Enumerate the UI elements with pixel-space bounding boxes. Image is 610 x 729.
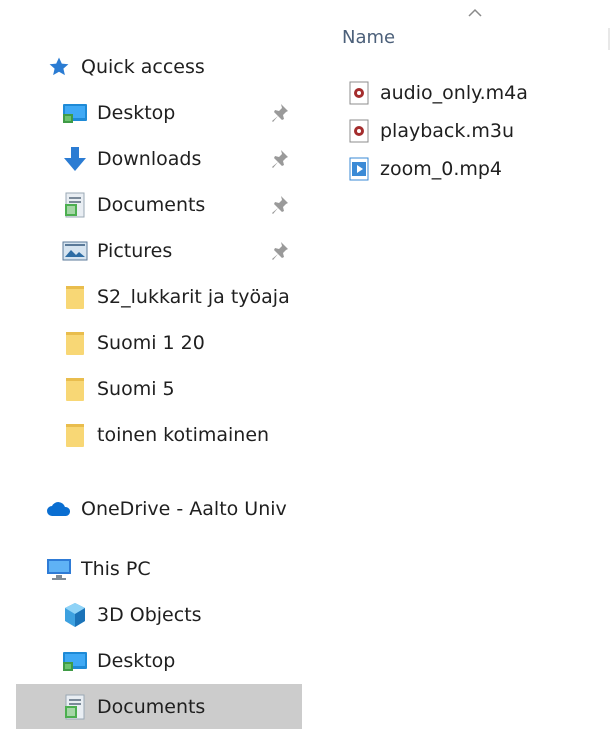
nav-item-desktop-pc[interactable]: Desktop xyxy=(16,638,302,684)
sort-ascending-icon xyxy=(468,8,482,17)
documents-icon xyxy=(62,694,88,720)
nav-item-toinen-kotimainen[interactable]: toinen kotimainen xyxy=(16,412,302,458)
nav-item-pictures[interactable]: Pictures xyxy=(16,228,302,274)
folder-icon xyxy=(62,284,88,310)
nav-item-s2-lukkarit[interactable]: S2_lukkarit ja työaja xyxy=(16,274,302,320)
computer-monitor-icon xyxy=(46,556,72,582)
nav-label: toinen kotimainen xyxy=(97,424,270,446)
documents-icon xyxy=(62,192,88,218)
pin-icon[interactable] xyxy=(270,148,290,170)
nav-item-downloads[interactable]: Downloads xyxy=(16,136,302,182)
file-row[interactable]: playback.m3u xyxy=(348,116,598,146)
file-row[interactable]: zoom_0.mp4 xyxy=(348,154,598,184)
file-name: playback.m3u xyxy=(380,120,515,142)
file-name: audio_only.m4a xyxy=(380,82,528,104)
navigation-pane[interactable]: Quick access Desktop Downloads Documents… xyxy=(16,40,302,729)
audio-file-icon xyxy=(348,119,370,143)
pin-icon[interactable] xyxy=(270,240,290,262)
quick-access-star-icon xyxy=(46,54,72,80)
audio-file-icon xyxy=(348,81,370,105)
video-file-icon xyxy=(348,157,370,181)
nav-label: Suomi 5 xyxy=(97,378,175,400)
folder-icon xyxy=(62,376,88,402)
nav-label: 3D Objects xyxy=(97,604,202,626)
onedrive-cloud-icon xyxy=(46,496,72,522)
file-list-pane[interactable]: Name audio_only.m4a playback.m3u zoom_0.… xyxy=(302,0,610,729)
nav-quick-access[interactable]: Quick access xyxy=(16,44,302,90)
folder-icon xyxy=(62,330,88,356)
nav-label: Suomi 1 20 xyxy=(97,332,205,354)
file-explorer-window: Quick access Desktop Downloads Documents… xyxy=(0,0,610,729)
nav-item-documents-pc[interactable]: Documents xyxy=(16,684,302,729)
nav-label: Documents xyxy=(97,696,206,718)
folder-icon xyxy=(62,422,88,448)
file-name: zoom_0.mp4 xyxy=(380,158,503,180)
nav-item-desktop[interactable]: Desktop xyxy=(16,90,302,136)
nav-item-3d-objects[interactable]: 3D Objects xyxy=(16,592,302,638)
nav-label: OneDrive - Aalto Univ xyxy=(81,498,287,520)
3d-objects-icon xyxy=(62,602,88,628)
nav-label: S2_lukkarit ja työaja xyxy=(97,286,290,308)
pin-icon[interactable] xyxy=(270,194,290,216)
nav-onedrive[interactable]: OneDrive - Aalto Univ xyxy=(16,486,302,532)
nav-this-pc[interactable]: This PC xyxy=(16,546,302,592)
downloads-arrow-icon xyxy=(62,146,88,172)
pictures-icon xyxy=(62,238,88,264)
nav-item-documents[interactable]: Documents xyxy=(16,182,302,228)
nav-label: Quick access xyxy=(81,56,205,78)
desktop-folder-icon xyxy=(62,648,88,674)
nav-item-suomi-5[interactable]: Suomi 5 xyxy=(16,366,302,412)
column-header-name[interactable]: Name xyxy=(342,22,592,52)
column-header-label: Name xyxy=(342,26,396,48)
nav-item-suomi-1-20[interactable]: Suomi 1 20 xyxy=(16,320,302,366)
pin-icon[interactable] xyxy=(270,102,290,124)
nav-label: This PC xyxy=(81,558,151,580)
desktop-folder-icon xyxy=(62,100,88,126)
file-row[interactable]: audio_only.m4a xyxy=(348,78,598,108)
nav-label: Desktop xyxy=(97,650,176,672)
